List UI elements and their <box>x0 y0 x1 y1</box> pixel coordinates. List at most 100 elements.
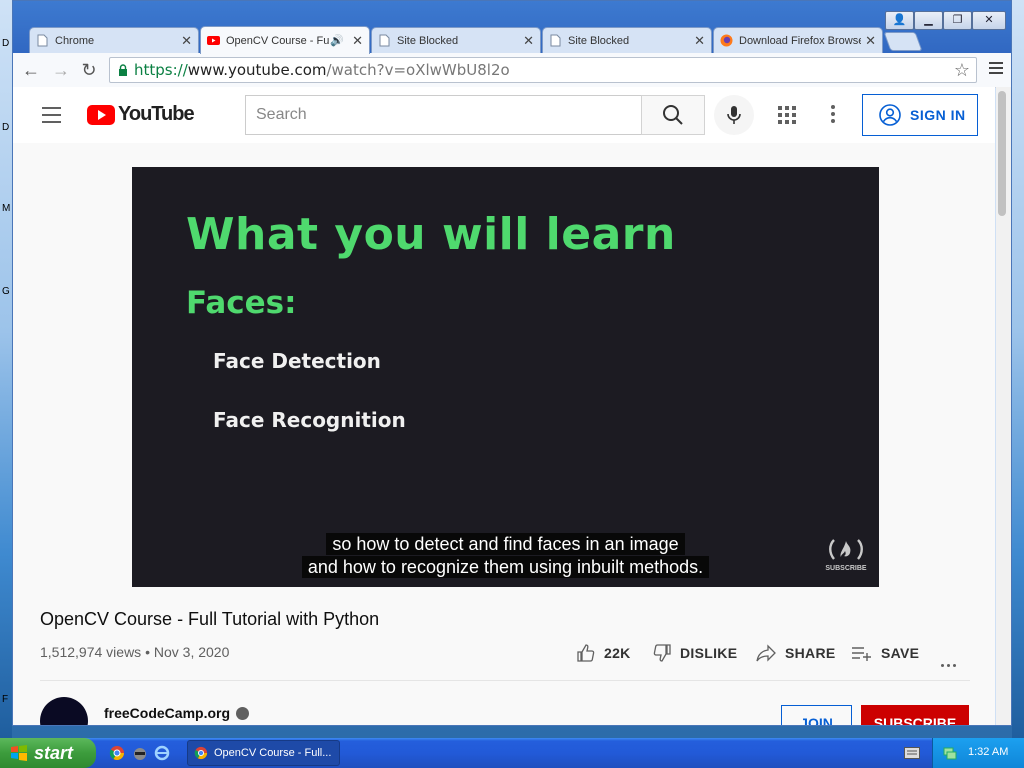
tab-site-blocked-2[interactable]: Site Blocked ✕ <box>542 27 712 53</box>
desktop-edge-left: D D M G F <box>0 0 12 738</box>
youtube-icon <box>207 36 220 45</box>
user-icon[interactable]: 👤 <box>885 11 914 30</box>
youtube-header: YouTube Search SIGN IN <box>13 87 995 143</box>
freecodecamp-icon <box>829 539 863 560</box>
page-icon <box>379 34 390 47</box>
more-actions-icon[interactable] <box>941 654 959 672</box>
voice-search-button[interactable] <box>714 95 754 135</box>
desktop-icon-label: F <box>2 694 9 705</box>
save-button[interactable]: SAVE <box>851 643 919 663</box>
share-button[interactable]: SHARE <box>755 643 836 663</box>
watermark-label: SUBSCRIBE <box>825 565 867 572</box>
tab-title: Chrome <box>55 34 95 47</box>
taskbar-item-chrome[interactable]: OpenCV Course - Full... <box>187 740 340 766</box>
address-bar[interactable]: https://www.youtube.com/watch?v=oXlwWbU8… <box>109 57 977 83</box>
sign-in-button[interactable]: SIGN IN <box>862 94 978 136</box>
dislike-button[interactable]: DISLIKE <box>652 643 737 663</box>
share-icon <box>756 644 776 662</box>
account-icon <box>879 104 901 126</box>
slide-heading: What you will learn <box>186 209 676 260</box>
close-icon[interactable]: ✕ <box>865 33 876 49</box>
tab-opencv-course[interactable]: OpenCV Course - Full 🔊 ✕ <box>200 26 370 54</box>
scrollbar-thumb[interactable] <box>998 91 1006 216</box>
slide-item: Face Detection <box>213 349 381 373</box>
reload-button[interactable]: ↻ <box>79 61 99 81</box>
caption-text: and how to recognize them using inbuilt … <box>301 556 710 578</box>
slide-item: Face Recognition <box>213 408 406 432</box>
tab-title: Site Blocked <box>568 34 630 47</box>
join-button[interactable]: JOIN <box>781 705 852 725</box>
like-button[interactable]: 22K <box>576 643 631 663</box>
network-icon[interactable] <box>942 745 958 761</box>
url-path: /watch?v=oXlwWbU8l2o <box>326 61 510 79</box>
bookmark-star-icon[interactable]: ☆ <box>954 60 970 81</box>
back-button[interactable]: ← <box>21 61 41 81</box>
caption-line: so how to detect and find faces in an im… <box>132 533 879 555</box>
channel-name: freeCodeCamp.org <box>104 705 231 721</box>
minimize-button[interactable]: ▁ <box>914 11 943 30</box>
dislike-label: DISLIKE <box>680 645 738 661</box>
raccoon-quicklaunch-icon[interactable] <box>132 745 148 761</box>
sign-in-label: SIGN IN <box>910 107 966 123</box>
windows-flag-icon <box>11 745 27 761</box>
subscribe-button[interactable]: SUBSCRIBE <box>861 705 969 725</box>
verified-badge-icon <box>236 706 250 720</box>
logo-text: YouTube <box>118 103 195 125</box>
chrome-icon <box>194 746 208 760</box>
tab-site-blocked[interactable]: Site Blocked ✕ <box>371 27 541 53</box>
apps-grid-icon[interactable] <box>778 106 796 124</box>
close-window-button[interactable]: ✕ <box>972 11 1006 30</box>
publish-date: Nov 3, 2020 <box>153 644 230 660</box>
url-scheme: https:// <box>134 61 188 79</box>
desktop-icon-label: M <box>2 203 11 214</box>
video-meta: 1,512,974 views • Nov 3, 2020 <box>40 644 230 660</box>
close-icon[interactable]: ✕ <box>694 33 705 49</box>
desktop-icon-label: D <box>2 122 10 133</box>
system-tray: 1:32 AM <box>932 738 1024 768</box>
channel-name-row[interactable]: freeCodeCamp.org <box>104 705 250 721</box>
channel-avatar[interactable] <box>40 697 88 725</box>
tab-title: OpenCV Course - Full <box>226 34 331 47</box>
page-scrollbar[interactable] <box>996 87 1011 725</box>
maximize-button[interactable]: ❐ <box>943 11 972 30</box>
firefox-icon <box>720 34 733 47</box>
internet-explorer-icon[interactable] <box>154 745 170 761</box>
page-icon <box>37 34 48 47</box>
new-tab-button[interactable] <box>883 32 923 51</box>
page-icon <box>550 34 561 47</box>
tab-chrome[interactable]: Chrome ✕ <box>29 27 199 53</box>
desktop-edge-right <box>1012 0 1024 738</box>
chrome-quicklaunch-icon[interactable] <box>109 745 125 761</box>
thumbs-up-icon <box>577 644 595 662</box>
microphone-icon <box>727 106 741 124</box>
settings-kebab-icon[interactable] <box>831 105 835 126</box>
video-player[interactable]: What you will learn Faces: Face Detectio… <box>132 167 879 587</box>
video-title: OpenCV Course - Full Tutorial with Pytho… <box>40 609 380 629</box>
youtube-logo[interactable]: YouTube <box>87 103 195 126</box>
tab-strip: Chrome ✕ OpenCV Course - Full 🔊 ✕ Site B… <box>13 1 1011 54</box>
caption-text: so how to detect and find faces in an im… <box>326 533 685 555</box>
start-button[interactable]: start <box>0 738 96 768</box>
close-icon[interactable]: ✕ <box>181 33 192 49</box>
thumbs-down-icon <box>653 644 671 662</box>
url-host: www.youtube.com <box>187 61 327 79</box>
clock[interactable]: 1:32 AM <box>968 746 1008 758</box>
speaker-icon[interactable]: 🔊 <box>330 34 344 47</box>
hamburger-menu-icon[interactable] <box>42 107 61 128</box>
close-icon[interactable]: ✕ <box>352 33 363 49</box>
taskbar: start OpenCV Course - Full... 1:32 AM <box>0 738 1024 768</box>
share-label: SHARE <box>785 645 836 661</box>
forward-button[interactable]: → <box>51 61 71 81</box>
close-icon[interactable]: ✕ <box>523 33 534 49</box>
keyboard-icon[interactable] <box>904 747 920 759</box>
browser-toolbar: ← → ↻ https://www.youtube.com/watch?v=oX… <box>13 53 1011 88</box>
tab-download-firefox[interactable]: Download Firefox Browse ✕ <box>713 27 883 53</box>
browser-menu-icon[interactable] <box>989 62 1003 77</box>
slide-subheading: Faces: <box>186 285 297 321</box>
like-count: 22K <box>604 645 631 661</box>
add-to-playlist-icon <box>852 647 871 661</box>
freecodecamp-watermark[interactable]: SUBSCRIBE <box>825 537 867 572</box>
search-input[interactable]: Search <box>245 95 642 135</box>
desktop-icon-label: D <box>2 38 10 49</box>
search-button[interactable] <box>641 95 705 135</box>
